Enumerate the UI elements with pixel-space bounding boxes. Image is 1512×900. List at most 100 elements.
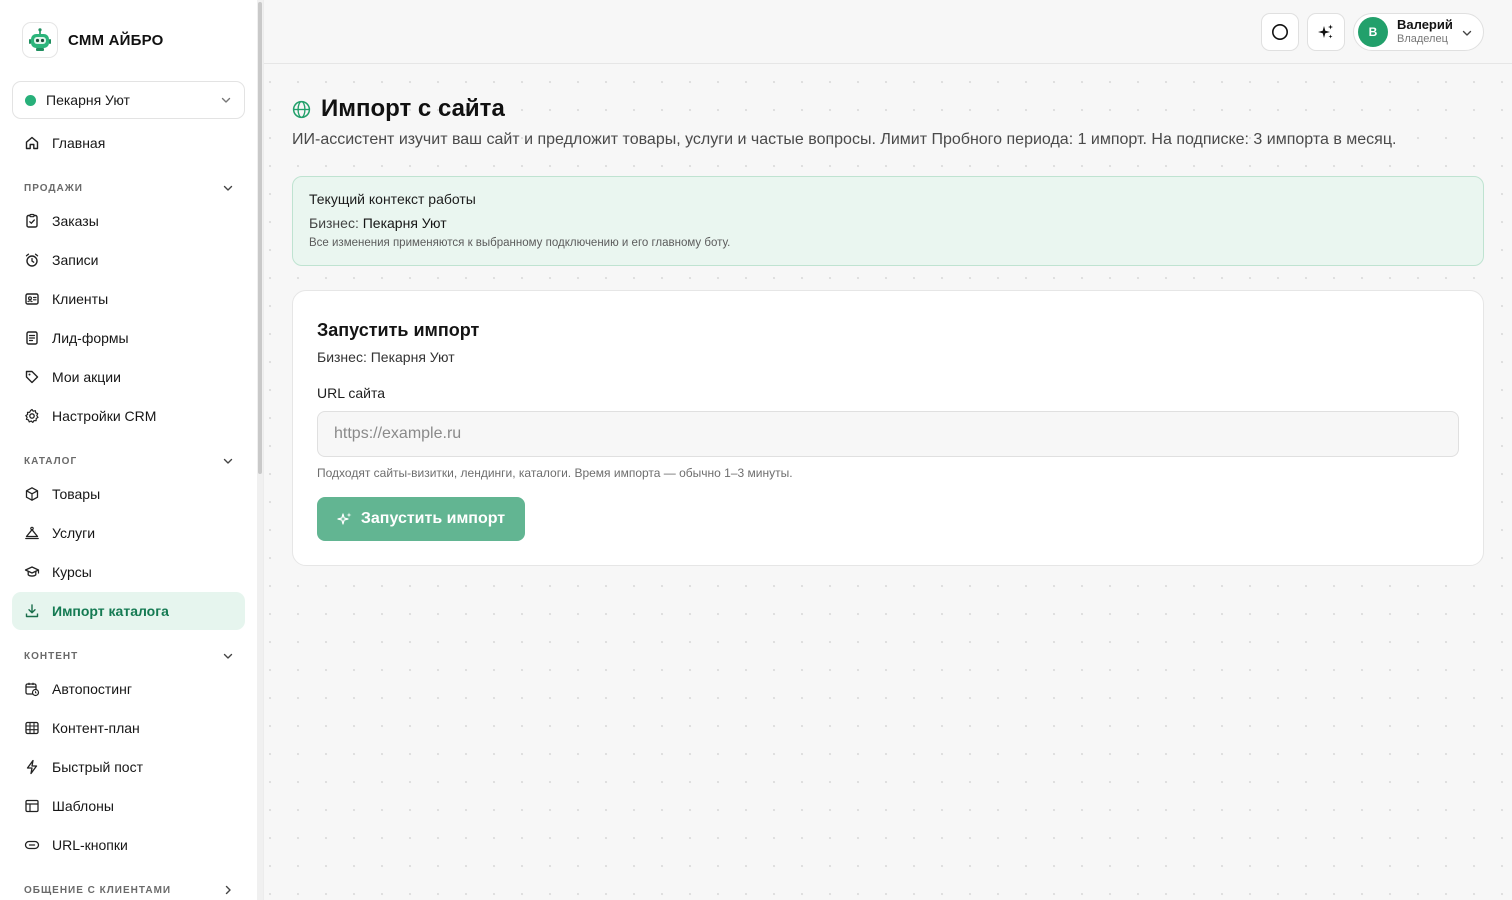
sidebar-item-crm-settings[interactable]: Настройки CRM: [12, 397, 245, 435]
lightning-icon: [26, 759, 38, 775]
import-card-title: Запустить импорт: [317, 320, 480, 340]
page-title: Импорт с сайта: [292, 94, 505, 124]
home-icon: [25, 136, 39, 150]
chevron-down-icon: [223, 653, 233, 659]
sidebar-item-courses[interactable]: Курсы: [12, 553, 245, 591]
layout-icon: [25, 799, 39, 813]
avatar: В: [1358, 17, 1388, 47]
theme-toggle-button[interactable]: [1261, 13, 1299, 51]
page-description: ИИ-ассистент изучит ваш сайт и предложит…: [292, 131, 1397, 148]
url-input[interactable]: [317, 411, 1459, 457]
sidebar-item-clients[interactable]: Клиенты: [12, 280, 245, 318]
context-business-label: Бизнес:: [309, 215, 359, 231]
service-icon: [25, 526, 39, 540]
sidebar-item-label: Импорт каталога: [52, 603, 169, 619]
sidebar-item-promotions[interactable]: Мои акции: [12, 358, 245, 396]
sidebar-item-bookings[interactable]: Записи: [12, 241, 245, 279]
import-card: Запустить импорт Бизнес: Пекарня Уют URL…: [292, 290, 1484, 566]
sidebar: СММ АЙБРО Пекарня Уют Главная ПРОДАЖИ За…: [0, 0, 264, 900]
brand[interactable]: СММ АЙБРО: [22, 22, 163, 58]
graduation-cap-icon: [24, 566, 40, 577]
sidebar-scrollbar-thumb[interactable]: [258, 2, 262, 474]
import-business-label: Бизнес:: [317, 349, 367, 365]
sparkles-icon: [337, 512, 352, 525]
robot-logo-icon: [22, 22, 58, 58]
user-name: Валерий: [1397, 17, 1453, 33]
run-import-button[interactable]: Запустить импорт: [317, 497, 525, 541]
sidebar-item-label: Клиенты: [52, 291, 109, 307]
sidebar-item-label: Контент-план: [52, 720, 140, 736]
form-icon: [26, 331, 38, 345]
circle-icon: [1272, 24, 1288, 40]
chevron-down-icon: [1462, 30, 1472, 36]
brand-name: СММ АЙБРО: [68, 31, 164, 49]
status-dot: [25, 94, 36, 106]
section-title: КОНТЕНТ: [24, 650, 79, 662]
user-menu[interactable]: В Валерий Владелец: [1353, 13, 1484, 51]
tag-icon: [25, 370, 39, 384]
globe-icon: [292, 100, 311, 118]
sidebar-item-services[interactable]: Услуги: [12, 514, 245, 552]
topbar: В Валерий Владелец: [264, 0, 1512, 64]
chevron-down-icon: [223, 458, 233, 464]
alarm-clock-icon: [25, 253, 39, 267]
sidebar-item-quick-post[interactable]: Быстрый пост: [12, 748, 245, 786]
download-icon: [25, 604, 39, 618]
sidebar-item-label: Мои акции: [52, 369, 121, 385]
sidebar-item-label: Автопостинг: [52, 681, 132, 697]
context-business: Бизнес: Пекарня Уют: [309, 215, 1467, 231]
run-import-label: Запустить импорт: [360, 510, 506, 527]
context-business-value: Пекарня Уют: [362, 215, 447, 231]
sparkles-icon: [1318, 24, 1333, 39]
user-role: Владелец: [1397, 33, 1448, 46]
sidebar-item-lead-forms[interactable]: Лид-формы: [12, 319, 245, 357]
sidebar-item-home[interactable]: Главная: [12, 124, 245, 162]
context-note: Все изменения применяются к выбранному п…: [309, 237, 731, 249]
sidebar-item-label: Заказы: [52, 213, 99, 229]
section-toggle-sales[interactable]: ПРОДАЖИ: [24, 180, 234, 196]
contact-card-icon: [25, 293, 39, 305]
section-toggle-catalog[interactable]: КАТАЛОГ: [24, 453, 234, 469]
calendar-clock-icon: [25, 682, 40, 697]
sidebar-item-label: Шаблоны: [52, 798, 114, 814]
url-hint: Подходят сайты-визитки, лендинги, катало…: [317, 466, 793, 480]
sidebar-item-label: Лид-формы: [52, 330, 129, 346]
sidebar-item-label: Услуги: [52, 525, 96, 541]
sidebar-item-label: Курсы: [52, 564, 92, 580]
context-title: Текущий контекст работы: [309, 191, 476, 207]
sidebar-item-orders[interactable]: Заказы: [12, 202, 245, 240]
ai-assistant-button[interactable]: [1307, 13, 1345, 51]
business-selector-value: Пекарня Уют: [46, 92, 130, 108]
import-card-business: Бизнес: Пекарня Уют: [317, 349, 455, 365]
sidebar-item-url-buttons[interactable]: URL-кнопки: [12, 826, 245, 864]
sidebar-item-content-plan[interactable]: Контент-план: [12, 709, 245, 747]
sidebar-item-products[interactable]: Товары: [12, 475, 245, 513]
chevron-down-icon: [221, 97, 231, 103]
link-button-icon: [24, 840, 40, 850]
sidebar-item-catalog-import[interactable]: Импорт каталога: [12, 592, 245, 630]
section-title: ОБЩЕНИЕ С КЛИЕНТАМИ: [24, 884, 172, 896]
section-toggle-content[interactable]: КОНТЕНТ: [24, 648, 234, 664]
sidebar-item-label: Записи: [52, 252, 99, 268]
clipboard-icon: [26, 213, 38, 228]
sidebar-item-label: Настройки CRM: [52, 408, 157, 424]
section-title: КАТАЛОГ: [24, 455, 78, 467]
import-business-value: Пекарня Уют: [370, 349, 455, 365]
sidebar-item-label: Быстрый пост: [52, 759, 143, 775]
sidebar-item-templates[interactable]: Шаблоны: [12, 787, 245, 825]
section-title: ПРОДАЖИ: [24, 182, 83, 194]
page-heading: Импорт с сайта: [321, 95, 505, 122]
sidebar-item-label: Главная: [52, 135, 106, 151]
url-label: URL сайта: [317, 385, 386, 401]
sidebar-item-autoposting[interactable]: Автопостинг: [12, 670, 245, 708]
chevron-down-icon: [223, 185, 233, 191]
business-selector[interactable]: Пекарня Уют: [12, 81, 245, 119]
section-toggle-client-communication[interactable]: ОБЩЕНИЕ С КЛИЕНТАМИ: [24, 882, 234, 898]
grid-calendar-icon: [25, 721, 39, 735]
context-banner: Текущий контекст работы Бизнес: Пекарня …: [292, 176, 1484, 266]
sidebar-item-label: Товары: [52, 486, 101, 502]
sidebar-item-label: URL-кнопки: [52, 837, 128, 853]
gear-icon: [25, 408, 39, 423]
box-icon: [25, 487, 39, 501]
chevron-right-icon: [225, 885, 231, 895]
